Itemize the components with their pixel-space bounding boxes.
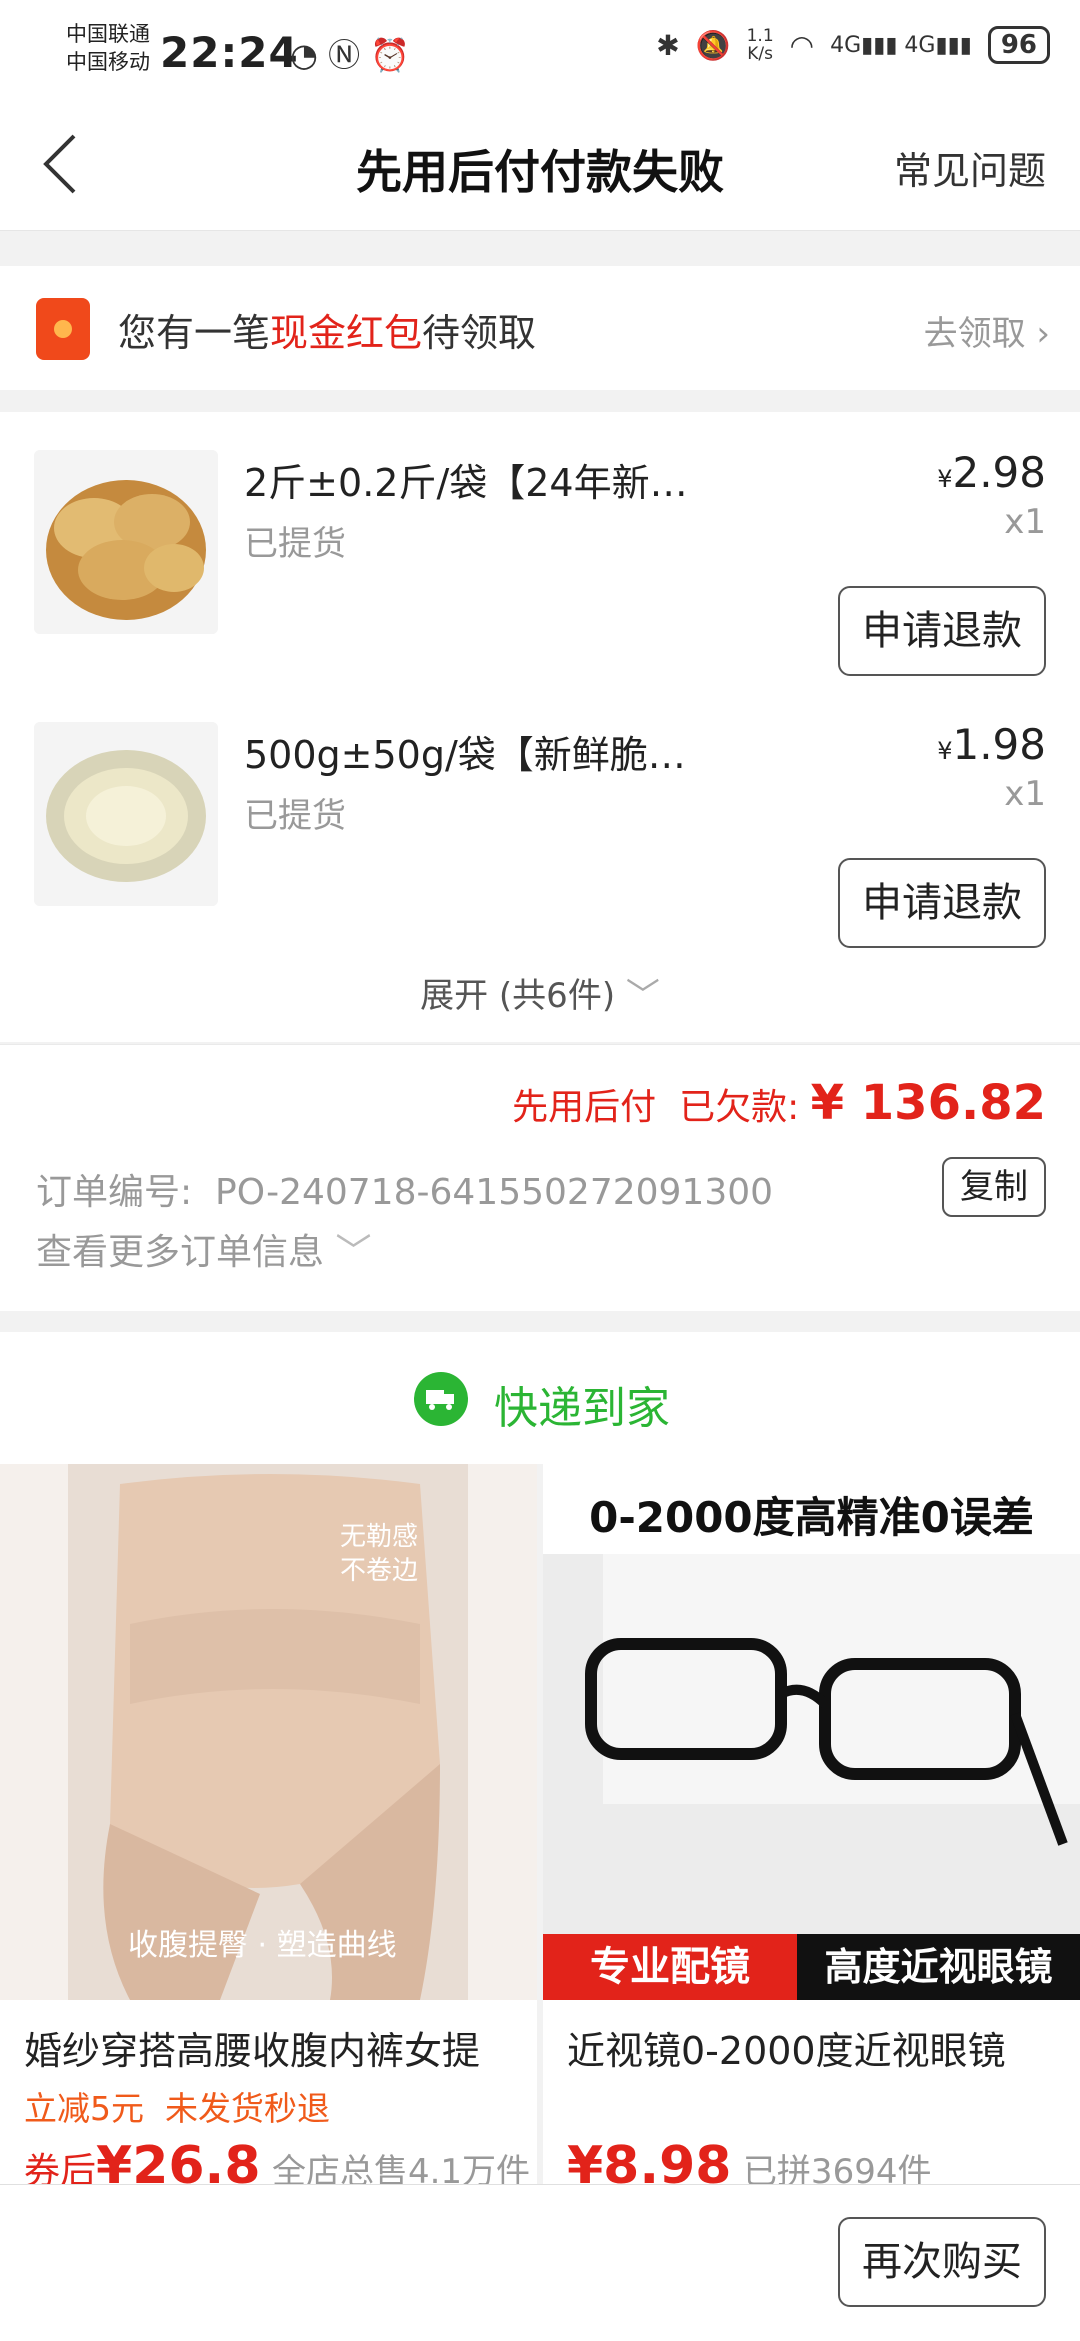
bluetooth-icon: ✱ [656,28,680,62]
caption-line: 无勒感 [340,1522,419,1552]
chevron-right-icon: › [1036,314,1050,354]
delivery-truck-icon [414,1372,468,1426]
express-section-header: 快递到家 [0,1332,1080,1464]
product-image-caption: 无勒感 不卷边 [340,1520,418,1588]
refund-button[interactable]: 申请退款 [838,858,1046,948]
redpacket-text: 您有一笔现金红包待领取 [118,302,536,357]
redpacket-claim-link[interactable]: 去领取 › [924,306,1050,355]
redpacket-text-prefix: 您有一笔 [118,311,271,355]
product-name: 近视镜0-2000度近视眼镜 [567,2029,1006,2073]
goods-quantity: x1 [1004,774,1046,814]
goods-price-value: 2.98 [952,448,1046,497]
product-name: 婚纱穿搭高腰收腹内裤女提 [24,2029,481,2073]
goods-thumbnail-sprouts[interactable] [34,722,218,906]
mute-icon: 🔕 [695,28,731,62]
goods-status: 已提货 [244,796,346,836]
redpacket-banner[interactable]: 您有一笔现金红包待领取 去领取 › [0,266,1080,390]
product-card[interactable]: 无勒感 不卷边 收腹提臀 · 塑造曲线 婚纱穿搭高腰收腹内裤女提 立减5元 未发… [0,1464,537,2184]
caption-line: 不卷边 [340,1556,419,1586]
owed-label: 已欠款: [679,1087,800,1128]
carrier-1: 中国联通 [66,22,150,46]
goods-name[interactable]: 2斤±0.2斤/袋【24年新… [244,452,688,507]
nfc-icon: ◔ Ⓝ ⏰ [290,36,411,74]
more-order-info-label: 查看更多订单信息 [36,1232,325,1273]
redpacket-text-highlight: 现金红包 [270,311,423,355]
product-card[interactable]: 0-2000度高精准0误差 专业配镜 高度近视眼镜 近视镜0-2000度近视眼镜… [543,1464,1080,2184]
status-icons-right: ✱ 🔕 1.1 K/s ◠ 4G▮▮▮ 4G▮▮▮ 96 [656,26,1050,64]
goods-price-value: 1.98 [952,720,1046,769]
owed-amount: ¥ 136.82 [810,1075,1046,1131]
product-price: 券后¥26.8 全店总售4.1万件 [24,2136,530,2184]
product-image-headline: 0-2000度高精准0误差 [589,1493,1034,1542]
express-label: 快递到家 [494,1383,670,1434]
expand-goods-toggle[interactable]: 展开 (共6件) ﹀ [0,968,1080,1017]
battery-indicator: 96 [987,26,1050,64]
currency-symbol: ¥ [937,737,953,765]
goods-price: ¥2.98 [937,448,1046,497]
sold-count: 全店总售4.1万件 [271,2152,531,2184]
pay-later-label: 先用后付 [512,1087,657,1128]
header: 先用后付付款失败 常见问题 [0,100,1080,231]
goods-price: ¥1.98 [937,720,1046,769]
net-speed: 1.1 K/s [746,26,774,64]
copy-button[interactable]: 复制 [942,1157,1046,1217]
clock: 22:24 [160,28,299,77]
chevron-down-icon: ﹀ [625,976,660,1016]
redpacket-text-suffix: 待领取 [422,311,537,355]
order-info: 先用后付 已欠款: ¥ 136.82 订单编号: PO-240718-64155… [0,1044,1080,1311]
bottom-action-bar: 再次购买 [0,2184,1080,2341]
product-image-badge: 高度近视眼镜 [797,1934,1080,2000]
product-image-slogan: 收腹提臀 · 塑造曲线 [128,1928,397,1963]
goods-thumbnail-potato[interactable] [34,450,218,634]
goods-name[interactable]: 500g±50g/袋【新鲜脆… [244,724,686,779]
signal-icon: 4G▮▮▮ 4G▮▮▮ [830,32,972,58]
price-value: ¥26.8 [96,2136,261,2184]
wifi-icon: ◠ [789,28,815,62]
price-prefix: 券后 [24,2151,97,2184]
carrier-info: 中国联通 中国移动 [66,20,150,76]
refund-button[interactable]: 申请退款 [838,586,1046,676]
carrier-2: 中国移动 [66,50,150,74]
chevron-down-icon: ﹀ [335,1232,372,1273]
product-image[interactable]: 无勒感 不卷边 收腹提臀 · 塑造曲线 [0,1464,537,2000]
expand-label: 展开 (共6件) [420,976,616,1016]
sold-count: 已拼3694件 [742,2152,932,2184]
status-bar: 中国联通 中国移动 22:24 ◔ Ⓝ ⏰ ✱ 🔕 1.1 K/s ◠ 4G▮▮… [0,0,1080,100]
more-order-info[interactable]: 查看更多订单信息 ﹀ [36,1223,371,1275]
goods-quantity: x1 [1004,502,1046,542]
goods-status: 已提货 [244,524,346,564]
status-icons-left: ◔ Ⓝ ⏰ [290,30,410,76]
product-image-badge: 专业配镜 [543,1934,797,2000]
order-number-label: 订单编号: [36,1172,193,1213]
order-number: 订单编号: PO-240718-641550272091300 [36,1163,773,1215]
currency-symbol: ¥ [937,465,953,493]
payment-summary: 先用后付 已欠款: ¥ 136.82 [512,1075,1046,1131]
redpacket-claim-label: 去领取 [923,314,1026,354]
product-image[interactable]: 0-2000度高精准0误差 专业配镜 高度近视眼镜 [543,1464,1080,2000]
goods-list: 2斤±0.2斤/袋【24年新… 已提货 ¥2.98 x1 申请退款 500g±5… [0,412,1080,1042]
price-value: ¥8.98 [567,2136,732,2184]
order-number-value: PO-240718-641550272091300 [215,1172,774,1213]
product-price: ¥8.98 已拼3694件 [567,2136,931,2184]
redpacket-icon [36,298,90,360]
faq-link[interactable]: 常见问题 [894,140,1046,195]
rebuy-button[interactable]: 再次购买 [838,2217,1046,2307]
product-tags: 立减5元 未发货秒退 [24,2089,330,2128]
